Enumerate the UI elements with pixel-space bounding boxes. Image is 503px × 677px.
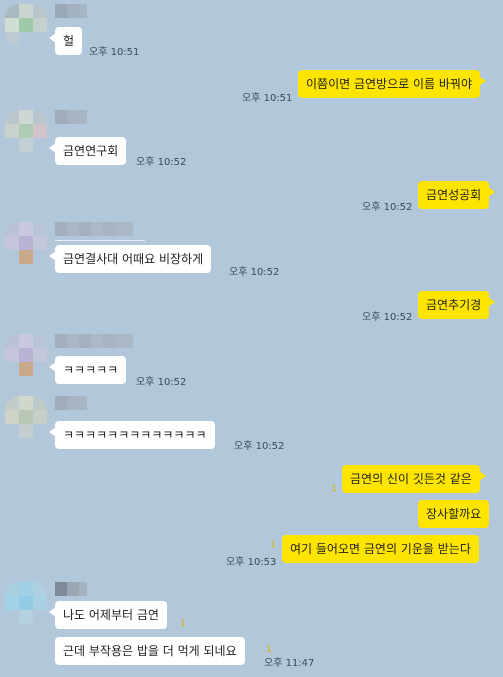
message-bubble[interactable]: 나도 어제부터 금연 xyxy=(49,601,167,629)
message-bubble[interactable]: 금연추기경 xyxy=(418,291,496,319)
message-time: 오후 10:52 xyxy=(136,157,187,168)
avatar[interactable] xyxy=(5,222,47,264)
unread-count: 1 xyxy=(331,484,337,494)
message-time: 오후 10:52 xyxy=(229,267,280,278)
message-bubble[interactable]: ㅋㅋㅋㅋㅋㅋㅋㅋㅋㅋㅋㅋㅋ xyxy=(49,421,215,449)
avatar[interactable] xyxy=(5,582,47,624)
message-bubble[interactable]: 헐 xyxy=(48,27,83,55)
unread-count: 1 xyxy=(270,540,276,550)
message-time: 오후 10:52 xyxy=(234,441,285,452)
message-bubble[interactable]: 금연연구회 xyxy=(48,137,127,165)
message-time: 오후 10:51 xyxy=(242,93,293,104)
avatar[interactable] xyxy=(5,396,47,438)
sender-name[interactable] xyxy=(55,222,133,236)
message-time: 오후 10:53 xyxy=(226,557,277,568)
sender-name[interactable] xyxy=(55,110,87,124)
message-bubble[interactable]: ㅋㅋㅋㅋㅋ xyxy=(48,356,127,384)
sender-name[interactable] xyxy=(55,582,87,596)
message-bubble[interactable]: 여기 들어오면 금연의 기운을 받는다 xyxy=(282,535,479,563)
sender-name[interactable] xyxy=(55,396,87,410)
sender-name[interactable] xyxy=(55,334,133,348)
sender-name[interactable] xyxy=(55,4,87,18)
message-bubble[interactable]: 금연성공회 xyxy=(418,181,496,209)
avatar[interactable] xyxy=(5,4,47,46)
message-bubble[interactable]: 이쯤이면 금연방으로 이름 바꿔야 xyxy=(298,70,487,98)
message-time: 오후 10:52 xyxy=(362,202,413,213)
message-bubble[interactable]: 금연의 신이 깃든것 같은 xyxy=(342,465,486,493)
message-bubble[interactable]: 장사할까요 xyxy=(418,500,490,528)
message-time: 오후 10:52 xyxy=(136,377,187,388)
avatar[interactable] xyxy=(5,334,47,376)
avatar[interactable] xyxy=(5,110,47,152)
chat-window: { "messages": [ {"text": "헐", "time": "오… xyxy=(0,0,503,677)
message-bubble[interactable]: 근데 부작용은 밥을 더 먹게 되네요 xyxy=(55,637,245,665)
message-time: 오후 10:51 xyxy=(89,47,140,58)
message-time: 오후 10:52 xyxy=(362,312,413,323)
name-divider xyxy=(55,240,145,241)
unread-count: 1 xyxy=(180,619,186,629)
message-time: 오후 11:47 xyxy=(264,658,315,669)
message-bubble[interactable]: 금연결사대 어때요 비장하게 xyxy=(48,245,212,273)
